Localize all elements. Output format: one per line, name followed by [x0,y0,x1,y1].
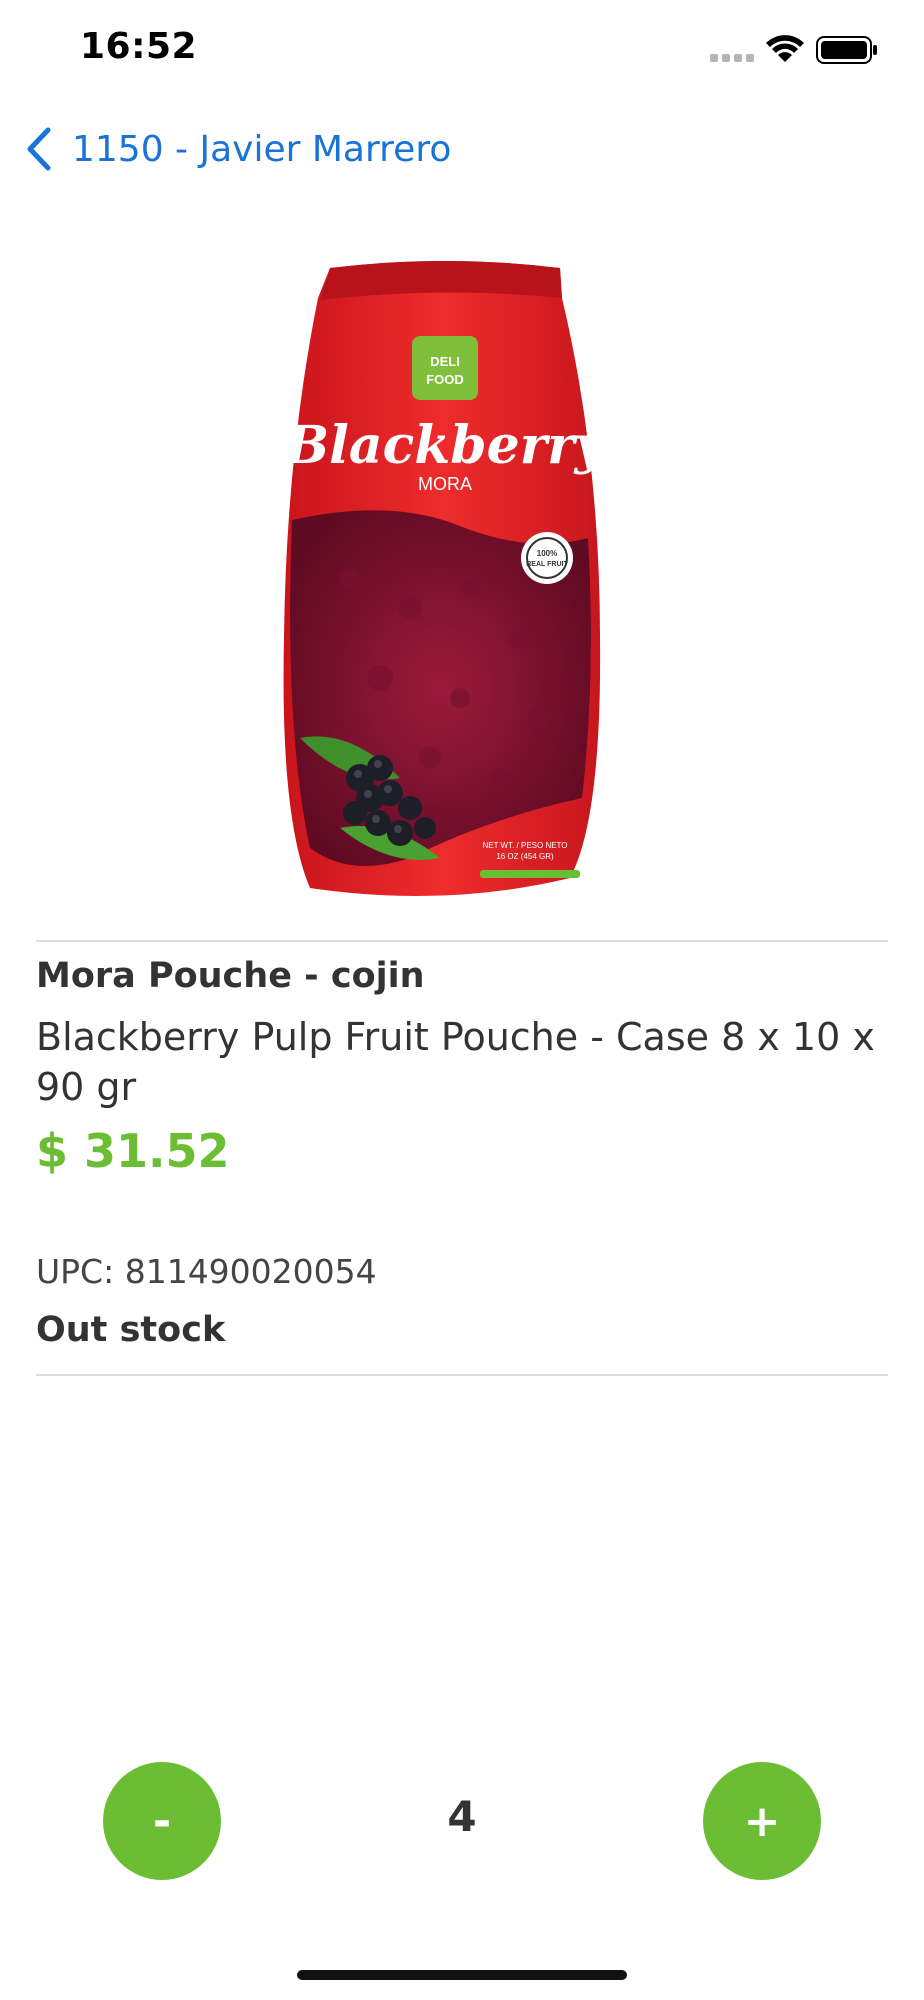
nav-bar: 1150 - Javier Marrero [0,110,924,190]
svg-text:REAL FRUIT: REAL FRUIT [526,561,568,568]
svg-text:16 OZ (454 GR): 16 OZ (454 GR) [496,852,554,861]
battery-icon [816,36,877,64]
product-upc: UPC: 811490020054 [36,1252,377,1291]
home-indicator[interactable] [297,1970,627,1980]
product-short-name: Mora Pouche - cojin [36,956,425,996]
stock-status: Out stock [36,1310,226,1350]
wifi-icon [766,35,804,62]
status-bar: 16:52 [0,0,924,100]
svg-text:MORA: MORA [418,474,472,494]
status-time: 16:52 [80,26,198,67]
svg-text:FOOD: FOOD [426,372,464,387]
signal-icon [710,54,754,62]
product-full-name: Blackberry Pulp Fruit Pouche - Case 8 x … [36,1015,875,1109]
decrease-quantity-button[interactable]: - [103,1762,221,1880]
increase-quantity-button[interactable]: + [703,1762,821,1880]
svg-text:Blackberry: Blackberry [283,415,608,476]
svg-text:100%: 100% [537,549,557,558]
back-button[interactable]: 1150 - Javier Marrero [24,124,451,174]
divider-bottom [36,1374,888,1376]
quantity-value: 4 [447,1792,477,1841]
product-image: DELI FOOD Blackberry MORA 100% REAL FRUI… [283,261,609,896]
svg-text:DELI: DELI [430,354,460,369]
divider-top [36,940,888,942]
chevron-left-icon [27,127,51,171]
back-button-label: 1150 - Javier Marrero [72,128,452,170]
svg-text:NET WT. / PESO NETO: NET WT. / PESO NETO [482,841,567,850]
product-price: $ 31.52 [36,1124,230,1178]
